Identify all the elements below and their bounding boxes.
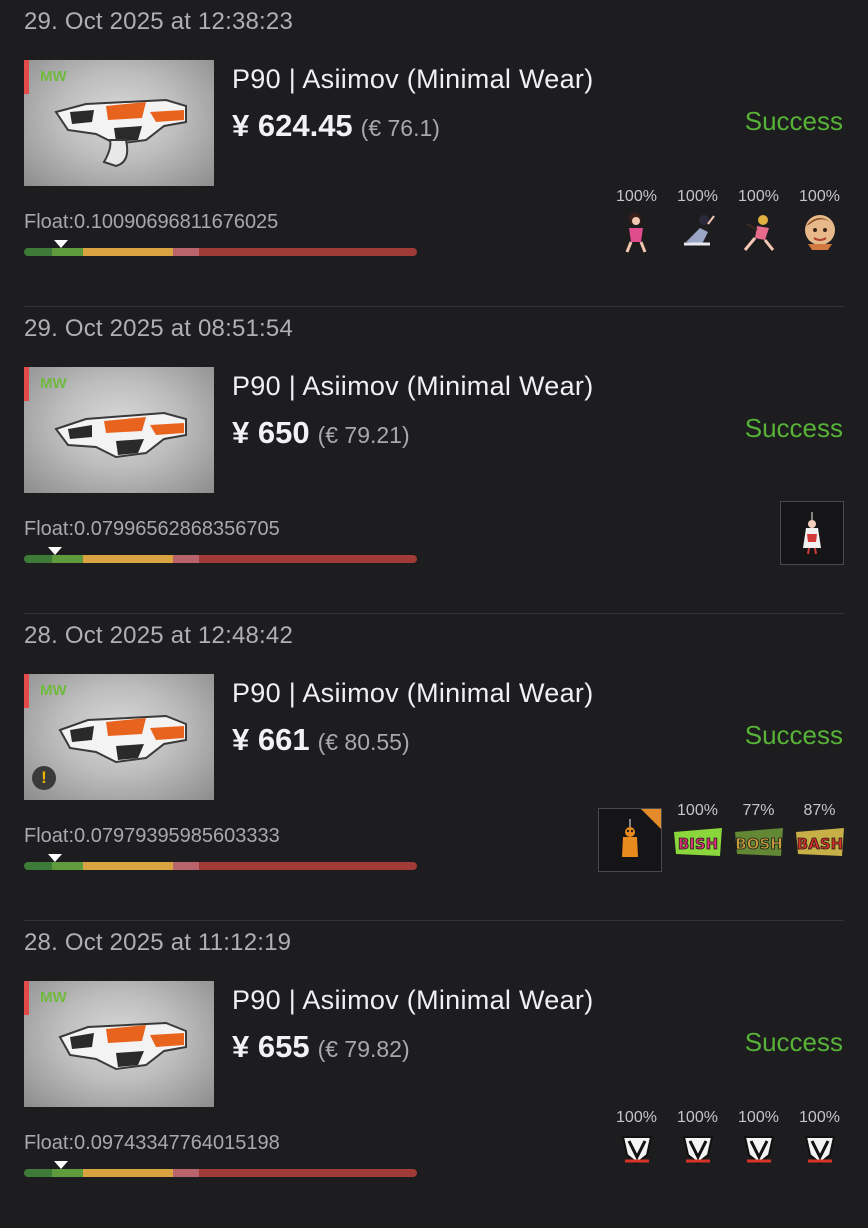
sticker-wear-percent: 87% bbox=[803, 802, 836, 819]
sticker-wear-percent: 100% bbox=[799, 188, 840, 205]
sale-date: 29. Oct 2025 at 08:51:54 bbox=[24, 315, 293, 342]
status-label: Success bbox=[744, 1027, 843, 1057]
pinup-girl-sticker-icon bbox=[625, 213, 646, 253]
price-eur: (€ 76.1) bbox=[360, 115, 440, 141]
sticker[interactable]: 100% bbox=[610, 188, 663, 254]
p90-weapon-icon bbox=[58, 1021, 187, 1071]
sticker[interactable]: 100% bbox=[610, 1109, 663, 1167]
sticker[interactable]: 100% bbox=[671, 1109, 724, 1167]
virtus-pro-sticker-icon bbox=[743, 1136, 774, 1165]
pinup-girl-sticker-icon bbox=[804, 215, 835, 250]
sticker-wear-percent: 77% bbox=[742, 802, 775, 819]
warning-icon[interactable]: ! bbox=[32, 766, 56, 790]
wear-bar bbox=[24, 862, 417, 870]
p90-weapon-icon bbox=[54, 411, 187, 459]
virtus-pro-sticker-icon bbox=[804, 1136, 835, 1165]
item-thumbnail[interactable]: MW bbox=[24, 981, 214, 1107]
price-eur: (€ 79.21) bbox=[317, 422, 410, 448]
virtus-pro-sticker-icon bbox=[621, 1136, 652, 1165]
sticker-wear-percent: 100% bbox=[738, 188, 779, 205]
status-label: Success bbox=[744, 720, 843, 750]
wear-bar bbox=[24, 1169, 417, 1177]
sticker-wear-percent: 100% bbox=[738, 1109, 779, 1126]
sale-date: 29. Oct 2025 at 12:38:23 bbox=[24, 8, 293, 35]
price-cny: ¥ 650 bbox=[232, 415, 310, 450]
sticker-wear-percent: 100% bbox=[616, 188, 657, 205]
girl-charm-icon bbox=[803, 512, 821, 555]
sale-entry[interactable]: 28. Oct 2025 at 12:48:42 MW ! P90 | Asii… bbox=[0, 614, 868, 921]
sticker[interactable]: 100% bbox=[793, 188, 846, 254]
wear-bar bbox=[24, 555, 417, 563]
price-cny: ¥ 624.45 bbox=[232, 108, 353, 143]
rarity-bar bbox=[24, 60, 29, 94]
status-label: Success bbox=[744, 106, 843, 136]
charm[interactable] bbox=[780, 501, 844, 565]
orange-figure-charm-icon bbox=[622, 819, 638, 857]
float-value: Float:0.10090696811676025 bbox=[24, 211, 279, 233]
item-thumbnail[interactable]: MW ! bbox=[24, 674, 214, 800]
sticker-list: 100% BISH 77% BOSH 87% BASH bbox=[671, 802, 846, 860]
sticker-wear-percent: 100% bbox=[616, 1109, 657, 1126]
sticker-wear-percent: 100% bbox=[677, 1109, 718, 1126]
sticker[interactable]: 100% bbox=[732, 188, 785, 254]
sale-entry[interactable]: 28. Oct 2025 at 11:12:19 MW P90 | Asiimo… bbox=[0, 921, 868, 1228]
sticker-wear-percent: 100% bbox=[799, 1109, 840, 1126]
sticker[interactable]: 77% BOSH bbox=[732, 802, 785, 860]
sticker-wear-percent: 100% bbox=[677, 802, 718, 819]
item-thumbnail[interactable]: MW bbox=[24, 367, 214, 493]
item-title[interactable]: P90 | Asiimov (Minimal Wear) bbox=[232, 985, 594, 1016]
sale-price: ¥ 661 (€ 80.55) bbox=[232, 722, 410, 758]
rarity-bar bbox=[24, 981, 29, 1015]
float-value: Float:0.09743347764015198 bbox=[24, 1132, 280, 1154]
sale-price: ¥ 650 (€ 79.21) bbox=[232, 415, 410, 451]
sale-date: 28. Oct 2025 at 11:12:19 bbox=[24, 929, 292, 956]
wear-bar bbox=[24, 248, 417, 256]
price-cny: ¥ 655 bbox=[232, 1029, 310, 1064]
rarity-bar bbox=[24, 367, 29, 401]
sale-entry[interactable]: 29. Oct 2025 at 12:38:23 MW P90 | Asiimo… bbox=[0, 0, 868, 307]
item-thumbnail[interactable]: MW bbox=[24, 60, 214, 186]
sale-price: ¥ 655 (€ 79.82) bbox=[232, 1029, 410, 1065]
price-cny: ¥ 661 bbox=[232, 722, 310, 757]
float-marker bbox=[54, 240, 68, 248]
graffiti-sticker-icon: BASH bbox=[795, 828, 844, 856]
svg-text:BOSH: BOSH bbox=[735, 835, 783, 853]
sticker[interactable]: 100% BISH bbox=[671, 802, 724, 860]
sticker[interactable]: 87% BASH bbox=[793, 802, 846, 860]
sticker[interactable]: 100% bbox=[732, 1109, 785, 1167]
sticker[interactable]: 100% bbox=[793, 1109, 846, 1167]
pinup-girl-sticker-icon bbox=[743, 215, 774, 251]
graffiti-sticker-icon: BOSH bbox=[734, 828, 783, 856]
float-value: Float:0.07979395985603333 bbox=[24, 825, 280, 847]
item-title[interactable]: P90 | Asiimov (Minimal Wear) bbox=[232, 678, 594, 709]
p90-weapon-icon bbox=[54, 98, 187, 168]
charm[interactable] bbox=[598, 808, 662, 872]
svg-text:BASH: BASH bbox=[796, 835, 842, 853]
graffiti-sticker-icon: BISH bbox=[673, 828, 722, 856]
status-label: Success bbox=[744, 413, 843, 443]
svg-text:BISH: BISH bbox=[677, 835, 717, 853]
sticker-list: 100% 100% 100% 100% bbox=[610, 188, 846, 254]
float-marker bbox=[48, 854, 62, 862]
p90-weapon-icon bbox=[58, 714, 187, 764]
sticker[interactable]: 100% bbox=[671, 188, 724, 254]
sale-price: ¥ 624.45 (€ 76.1) bbox=[232, 108, 440, 144]
price-eur: (€ 79.82) bbox=[317, 1036, 410, 1062]
rarity-corner bbox=[641, 809, 661, 829]
sticker-list: 100% 100% 100% 100% bbox=[610, 1109, 846, 1167]
sticker-wear-percent: 100% bbox=[677, 188, 718, 205]
float-marker bbox=[48, 547, 62, 555]
price-eur: (€ 80.55) bbox=[317, 729, 410, 755]
float-value: Float:0.07996562868356705 bbox=[24, 518, 280, 540]
sale-entry[interactable]: 29. Oct 2025 at 08:51:54 MW P90 | Asiimo… bbox=[0, 307, 868, 614]
sale-date: 28. Oct 2025 at 12:48:42 bbox=[24, 622, 293, 649]
item-title[interactable]: P90 | Asiimov (Minimal Wear) bbox=[232, 371, 594, 402]
rarity-bar bbox=[24, 674, 29, 708]
pinup-girl-sticker-icon bbox=[683, 215, 715, 246]
virtus-pro-sticker-icon bbox=[682, 1136, 713, 1165]
item-title[interactable]: P90 | Asiimov (Minimal Wear) bbox=[232, 64, 594, 95]
float-marker bbox=[54, 1161, 68, 1169]
